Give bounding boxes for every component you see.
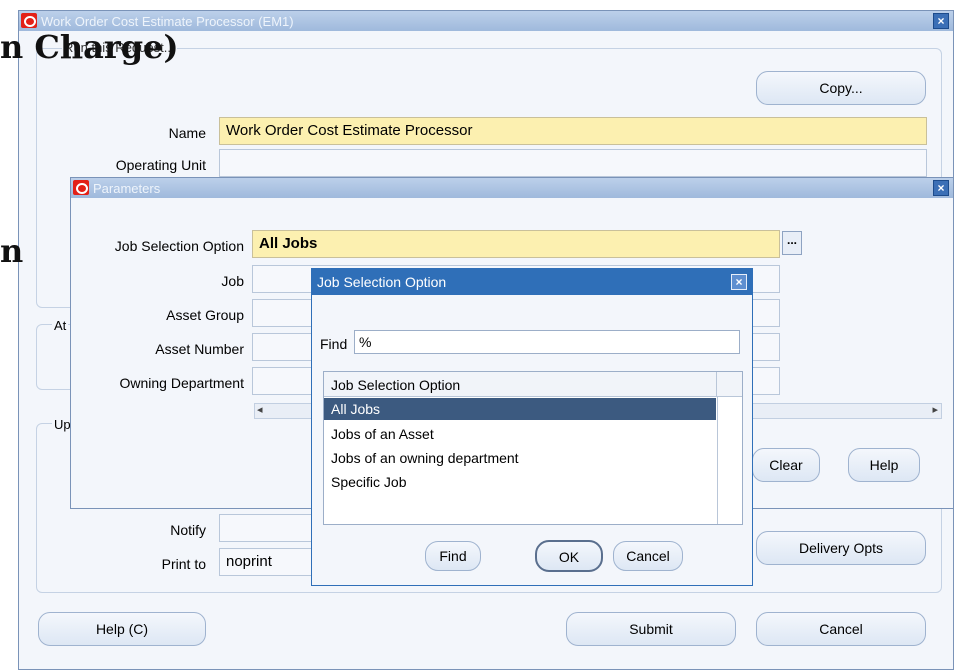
- at-group-label: At: [52, 318, 69, 333]
- parameters-titlebar[interactable]: Parameters ×: [71, 178, 953, 198]
- lov-ok-button-label: OK: [558, 549, 580, 565]
- parameters-title: Parameters: [93, 181, 161, 196]
- oracle-logo-icon: [21, 13, 37, 28]
- lov-header-filler: [717, 372, 742, 397]
- lov-row[interactable]: Jobs of an owning department: [324, 447, 716, 469]
- overlay-text-line1: n Charge): [0, 28, 179, 66]
- lov-column-header[interactable]: Job Selection Option: [324, 372, 717, 397]
- notify-label: Notify: [170, 522, 206, 538]
- operating-unit-field[interactable]: [219, 149, 927, 177]
- lov-ellipsis-button[interactable]: ...: [782, 231, 802, 255]
- scroll-left-icon[interactable]: ◂: [257, 403, 263, 416]
- lov-scroll-track[interactable]: [717, 396, 718, 524]
- lov-find-input[interactable]: %: [354, 330, 740, 354]
- overlay-text-line2: n: [0, 232, 24, 270]
- main-cancel-button[interactable]: Cancel: [756, 612, 926, 646]
- param-label-job-selection: Job Selection Option: [114, 238, 244, 254]
- close-icon[interactable]: ×: [933, 180, 949, 196]
- close-icon[interactable]: ×: [731, 274, 747, 290]
- parameters-help-button[interactable]: Help: [848, 448, 920, 482]
- delivery-opts-button[interactable]: Delivery Opts: [756, 531, 926, 565]
- lov-row[interactable]: Specific Job: [324, 471, 716, 493]
- param-label-asset-group: Asset Group: [166, 307, 244, 323]
- name-label: Name: [168, 125, 206, 141]
- lov-cancel-button[interactable]: Cancel: [613, 541, 683, 571]
- copy-button[interactable]: Copy...: [756, 71, 926, 105]
- print-to-field[interactable]: noprint: [219, 548, 319, 576]
- operating-unit-label: Operating Unit: [115, 157, 206, 173]
- lov-option-label: All Jobs: [331, 401, 381, 417]
- lov-ok-button[interactable]: OK: [535, 540, 603, 572]
- lov-find-button[interactable]: Find: [425, 541, 481, 571]
- lov-find-button-label: Find: [439, 548, 467, 564]
- submit-button[interactable]: Submit: [566, 612, 736, 646]
- close-icon[interactable]: ×: [933, 13, 949, 29]
- lov-titlebar[interactable]: Job Selection Option ×: [312, 269, 752, 295]
- param-label-asset-number: Asset Number: [155, 341, 244, 357]
- param-label-job: Job: [221, 273, 244, 289]
- main-window-title: Work Order Cost Estimate Processor (EM1): [41, 14, 294, 29]
- lov-cancel-button-label: Cancel: [626, 548, 670, 564]
- lov-title: Job Selection Option: [317, 274, 447, 290]
- lov-option-label: Specific Job: [331, 474, 407, 490]
- lov-option-label: Jobs of an Asset: [331, 426, 434, 442]
- main-help-button[interactable]: Help (C): [38, 612, 206, 646]
- param-label-owning-department: Owning Department: [119, 375, 244, 391]
- notify-field[interactable]: [219, 514, 319, 542]
- lov-option-label: Jobs of an owning department: [331, 450, 519, 466]
- oracle-logo-icon: [73, 180, 89, 195]
- print-to-label: Print to: [161, 556, 206, 572]
- scroll-right-icon[interactable]: ▸: [932, 403, 938, 416]
- lov-results-list: Job Selection Option All Jobs Jobs of an…: [323, 371, 743, 525]
- lov-dialog: Job Selection Option × Find % Job Select…: [311, 268, 753, 586]
- lov-column-header-label: Job Selection Option: [331, 377, 461, 393]
- clear-button[interactable]: Clear: [752, 448, 820, 482]
- lov-row-selected[interactable]: All Jobs: [324, 398, 716, 420]
- name-field[interactable]: Work Order Cost Estimate Processor: [219, 117, 927, 145]
- lov-find-label: Find: [320, 336, 348, 352]
- job-selection-field[interactable]: All Jobs: [252, 230, 780, 258]
- lov-row[interactable]: Jobs of an Asset: [324, 423, 716, 445]
